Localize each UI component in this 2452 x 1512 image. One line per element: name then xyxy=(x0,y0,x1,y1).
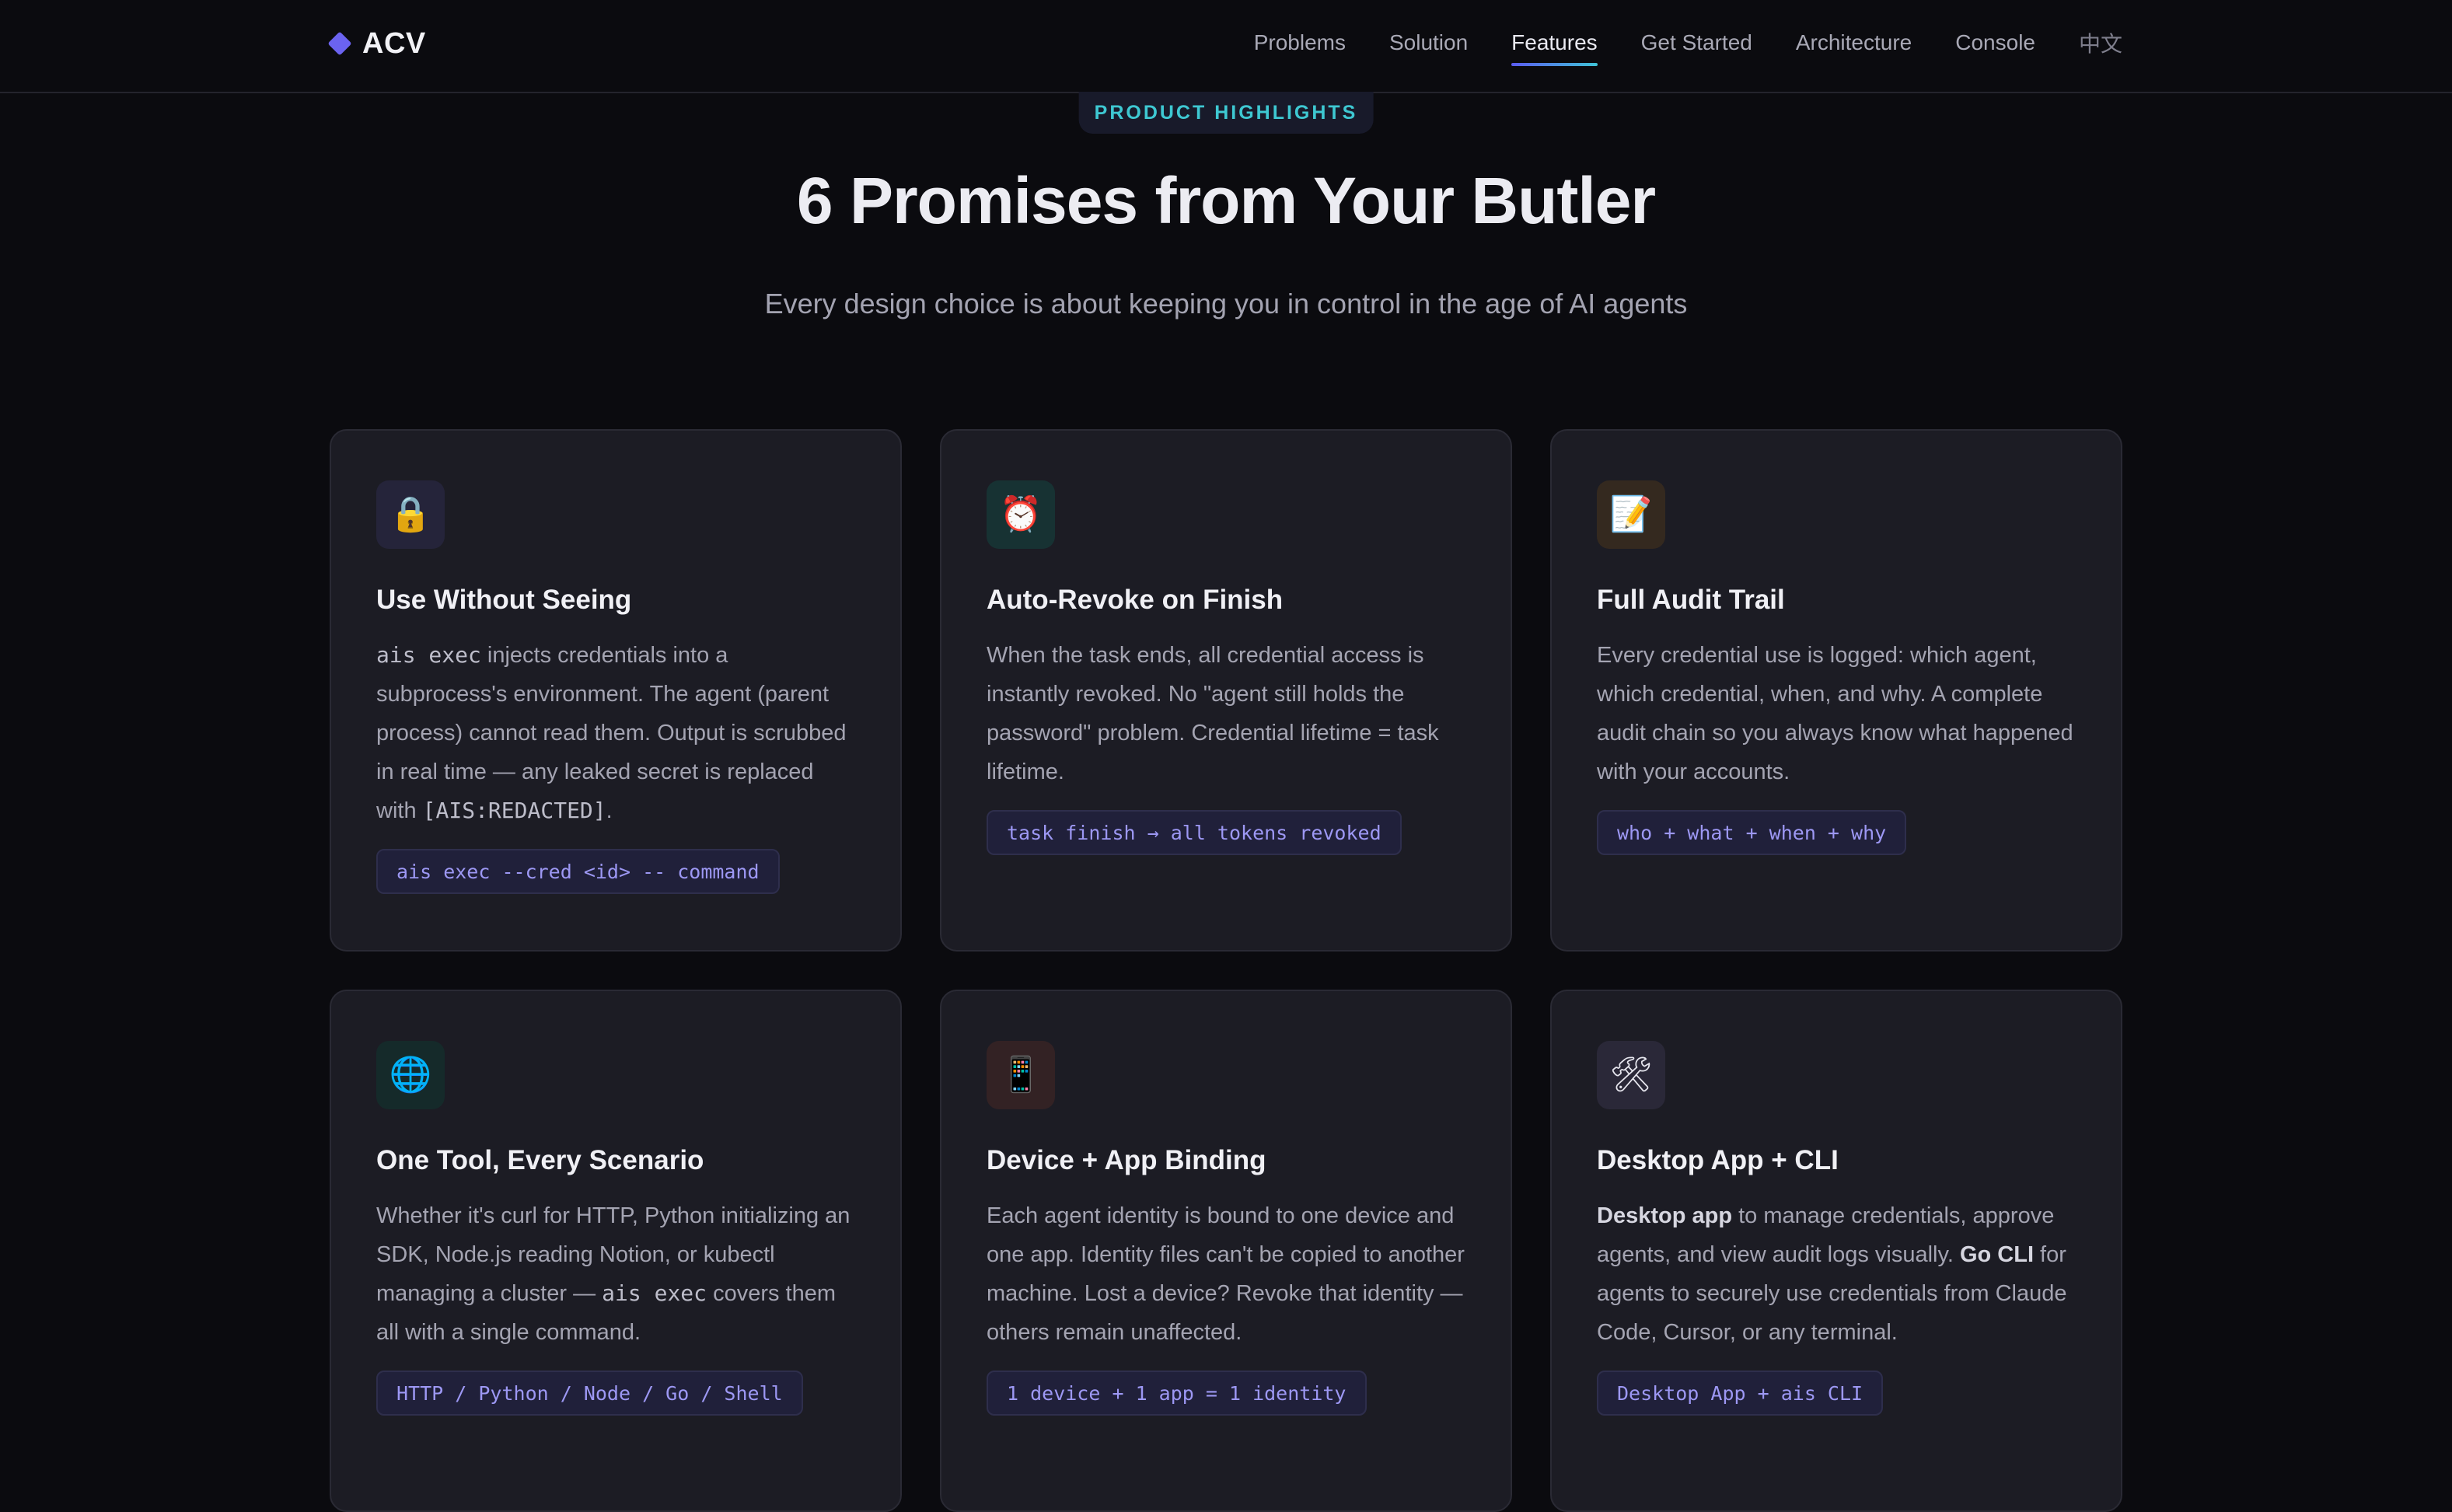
emphasis-text: Go CLI xyxy=(1959,1242,2034,1267)
feature-card-code-tag: 1 device + 1 app = 1 identity xyxy=(987,1371,1367,1416)
feature-card-description: When the task ends, all credential acces… xyxy=(987,643,1439,784)
emphasis-text: Desktop app xyxy=(1597,1203,1733,1228)
feature-card: 📝 Full Audit Trail Every credential use … xyxy=(1550,429,2122,952)
language-toggle[interactable]: 中文 xyxy=(2079,27,2122,58)
top-nav: ACV Problems Solution Features Get Start… xyxy=(0,0,2452,93)
feature-card-code-tag: Desktop App + ais CLI xyxy=(1597,1371,1884,1416)
feature-card-code-tag: who + what + when + why xyxy=(1597,810,1907,855)
feature-card: ⏰ Auto-Revoke on Finish When the task en… xyxy=(940,429,1512,952)
feature-card-code-tag: task finish → all tokens revoked xyxy=(987,810,1402,855)
memo-icon: 📝 xyxy=(1597,480,1665,549)
feature-card: 🌐 One Tool, Every Scenario Whether it's … xyxy=(330,990,902,1512)
nav-link-architecture[interactable]: Architecture xyxy=(1796,30,1912,55)
feature-grid: 🔒 Use Without Seeing ais exec injects cr… xyxy=(330,429,2122,1512)
feature-card-title: Full Audit Trail xyxy=(1597,585,1785,615)
nav-link-problems[interactable]: Problems xyxy=(1254,30,1346,55)
inline-code: ais exec xyxy=(602,1280,707,1306)
feature-card: 🔒 Use Without Seeing ais exec injects cr… xyxy=(330,429,902,952)
feature-card-title: One Tool, Every Scenario xyxy=(376,1145,704,1175)
nav-links: Problems Solution Features Get Started A… xyxy=(1254,0,2122,86)
alarm-clock-icon: ⏰ xyxy=(987,480,1055,549)
feature-card: 🛠 Desktop App + CLI Desktop app to manag… xyxy=(1550,990,2122,1512)
section-title: 6 Promises from Your Butler xyxy=(796,164,1656,237)
mobile-phone-icon: 📱 xyxy=(987,1041,1055,1109)
feature-card-code-tag: HTTP / Python / Node / Go / Shell xyxy=(376,1371,803,1416)
hammer-wrench-icon: 🛠 xyxy=(1597,1041,1665,1109)
nav-link-solution[interactable]: Solution xyxy=(1389,30,1468,55)
lock-icon: 🔒 xyxy=(376,480,445,549)
feature-card-code-tag: ais exec --cred <id> -- command xyxy=(376,849,780,894)
feature-card-title: Device + App Binding xyxy=(987,1145,1266,1175)
feature-card: 📱 Device + App Binding Each agent identi… xyxy=(940,990,1512,1512)
section-subtitle: Every design choice is about keeping you… xyxy=(764,288,1688,320)
nav-link-get-started[interactable]: Get Started xyxy=(1641,30,1752,55)
feature-card-description: Desktop app to manage credentials, appro… xyxy=(1597,1203,2067,1345)
brand-logo[interactable]: ACV xyxy=(327,22,426,65)
feature-card-description: Every credential use is logged: which ag… xyxy=(1597,643,2073,784)
globe-icon: 🌐 xyxy=(376,1041,445,1109)
nav-link-console[interactable]: Console xyxy=(1955,30,2035,55)
inline-code: [AIS:REDACTED] xyxy=(422,798,606,823)
section-badge: PRODUCT HIGHLIGHTS xyxy=(1078,92,1374,134)
feature-card-description: ais exec injects credentials into a subp… xyxy=(376,642,847,823)
feature-card-title: Desktop App + CLI xyxy=(1597,1145,1839,1175)
feature-card-title: Auto-Revoke on Finish xyxy=(987,585,1284,615)
feature-card-description: Each agent identity is bound to one devi… xyxy=(987,1203,1465,1345)
feature-card-title: Use Without Seeing xyxy=(376,585,632,615)
diamond-icon xyxy=(327,31,352,56)
feature-card-description: Whether it's curl for HTTP, Python initi… xyxy=(376,1203,851,1345)
inline-code: ais exec xyxy=(376,642,481,668)
brand-name: ACV xyxy=(362,26,426,60)
nav-link-features[interactable]: Features xyxy=(1511,30,1598,66)
